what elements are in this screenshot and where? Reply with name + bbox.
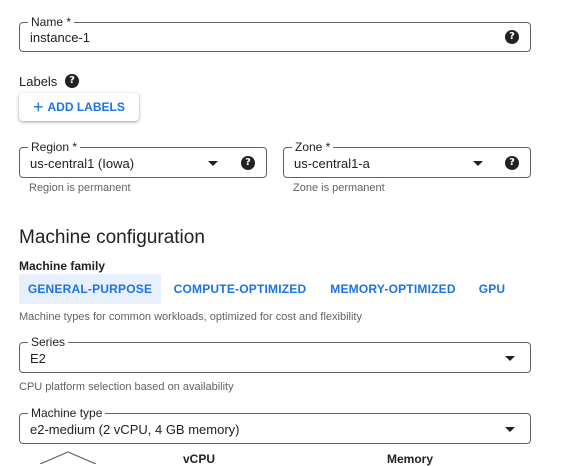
zone-label: Zone * (292, 139, 334, 155)
series-select[interactable]: Series E2 (19, 334, 531, 373)
series-hint: CPU platform selection based on availabi… (19, 381, 234, 393)
series-label: Series (28, 334, 69, 350)
family-description: Machine types for common workloads, opti… (19, 311, 362, 323)
add-labels-label: ADD LABELS (47, 100, 125, 114)
tab-compute-optimized[interactable]: COMPUTE-OPTIMIZED (166, 274, 314, 304)
name-field[interactable]: Name * instance-1 ? (19, 14, 531, 52)
series-value: E2 (30, 351, 46, 366)
tab-label: COMPUTE-OPTIMIZED (173, 282, 307, 296)
machine-family-label: Machine family (19, 259, 106, 273)
chevron-down-icon[interactable] (505, 427, 515, 432)
region-hint: Region is permanent (29, 182, 131, 194)
chip-outline-icon (39, 451, 97, 464)
machine-type-label: Machine type (28, 405, 106, 421)
tab-memory-optimized[interactable]: MEMORY-OPTIMIZED (322, 274, 464, 304)
plus-icon: + (33, 97, 44, 117)
tab-label: GPU (478, 282, 506, 296)
region-label: Region * (28, 139, 81, 155)
tab-general-purpose[interactable]: GENERAL-PURPOSE (19, 274, 161, 304)
machine-type-value: e2-medium (2 vCPU, 4 GB memory) (30, 422, 240, 437)
chevron-down-icon[interactable] (473, 161, 483, 166)
zone-select[interactable]: Zone * us-central1-a ? (283, 139, 531, 178)
help-icon[interactable]: ? (241, 156, 255, 170)
chevron-down-icon[interactable] (208, 161, 218, 166)
add-labels-button[interactable]: + ADD LABELS (19, 93, 139, 121)
name-field-label: Name * (28, 14, 75, 30)
labels-title: Labels (19, 74, 58, 89)
tab-gpu[interactable]: GPU (473, 274, 511, 304)
region-select[interactable]: Region * us-central1 (Iowa) ? (19, 139, 267, 178)
name-input[interactable]: instance-1 (30, 30, 90, 45)
machine-config-title: Machine configuration (19, 227, 205, 248)
labels-help-icon[interactable]: ? (65, 74, 79, 88)
help-icon[interactable]: ? (505, 30, 519, 44)
machine-type-select[interactable]: Machine type e2-medium (2 vCPU, 4 GB mem… (19, 405, 531, 444)
tab-label: MEMORY-OPTIMIZED (330, 282, 456, 296)
zone-value: us-central1-a (294, 156, 370, 171)
chevron-down-icon[interactable] (505, 356, 515, 361)
zone-hint: Zone is permanent (293, 182, 385, 194)
tab-label: GENERAL-PURPOSE (27, 282, 153, 296)
region-value: us-central1 (Iowa) (30, 156, 135, 171)
help-icon[interactable]: ? (505, 156, 519, 170)
